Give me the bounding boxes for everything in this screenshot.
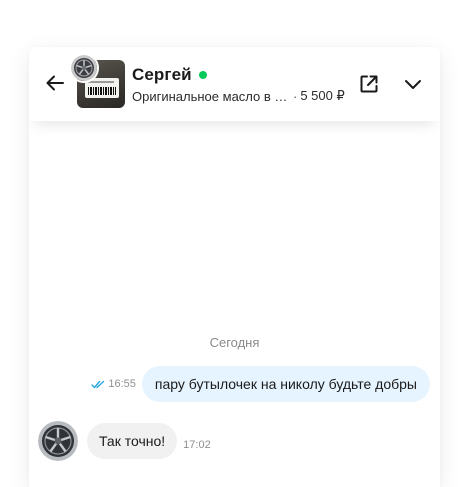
external-link-icon bbox=[360, 75, 378, 93]
collapse-chat-button[interactable] bbox=[400, 71, 426, 97]
contact-name-row: Сергей bbox=[132, 65, 207, 85]
chat-window: Сергей Оригинальное масло в бутылочках ·… bbox=[29, 47, 440, 487]
incoming-message[interactable]: Так точно! 17:02 bbox=[38, 421, 211, 461]
message-bubble[interactable]: Так точно! bbox=[87, 423, 178, 459]
contact-name[interactable]: Сергей bbox=[132, 65, 192, 85]
outgoing-message[interactable]: 16:55 пару бутылочек на николу будьте до… bbox=[91, 366, 430, 402]
item-info[interactable]: Оригинальное масло в бутылочках · 5 500 … bbox=[132, 88, 345, 104]
open-item-button[interactable] bbox=[356, 71, 382, 97]
message-time: 16:55 bbox=[108, 378, 136, 390]
online-status-indicator bbox=[198, 71, 207, 79]
chevron-down-icon bbox=[405, 80, 421, 89]
item-separator: · bbox=[293, 88, 298, 104]
seller-avatar bbox=[69, 53, 99, 83]
arrow-left-icon bbox=[46, 75, 64, 91]
sender-avatar[interactable] bbox=[38, 421, 78, 461]
date-separator: Сегодня bbox=[209, 335, 260, 350]
double-check-icon bbox=[91, 380, 105, 389]
item-title: Оригинальное масло в бутылочках bbox=[132, 88, 288, 104]
item-price: 5 500 ₽ bbox=[300, 88, 345, 103]
message-meta: 16:55 bbox=[91, 378, 136, 390]
message-bubble[interactable]: пару бутылочек на николу будьте добры bbox=[141, 366, 430, 402]
chat-header: Сергей Оригинальное масло в бутылочках ·… bbox=[29, 47, 440, 121]
message-list[interactable]: Сегодня 16:55 пару бутылочек на николу б… bbox=[29, 121, 440, 487]
message-time: 17:02 bbox=[183, 439, 211, 451]
back-button[interactable] bbox=[41, 69, 69, 97]
